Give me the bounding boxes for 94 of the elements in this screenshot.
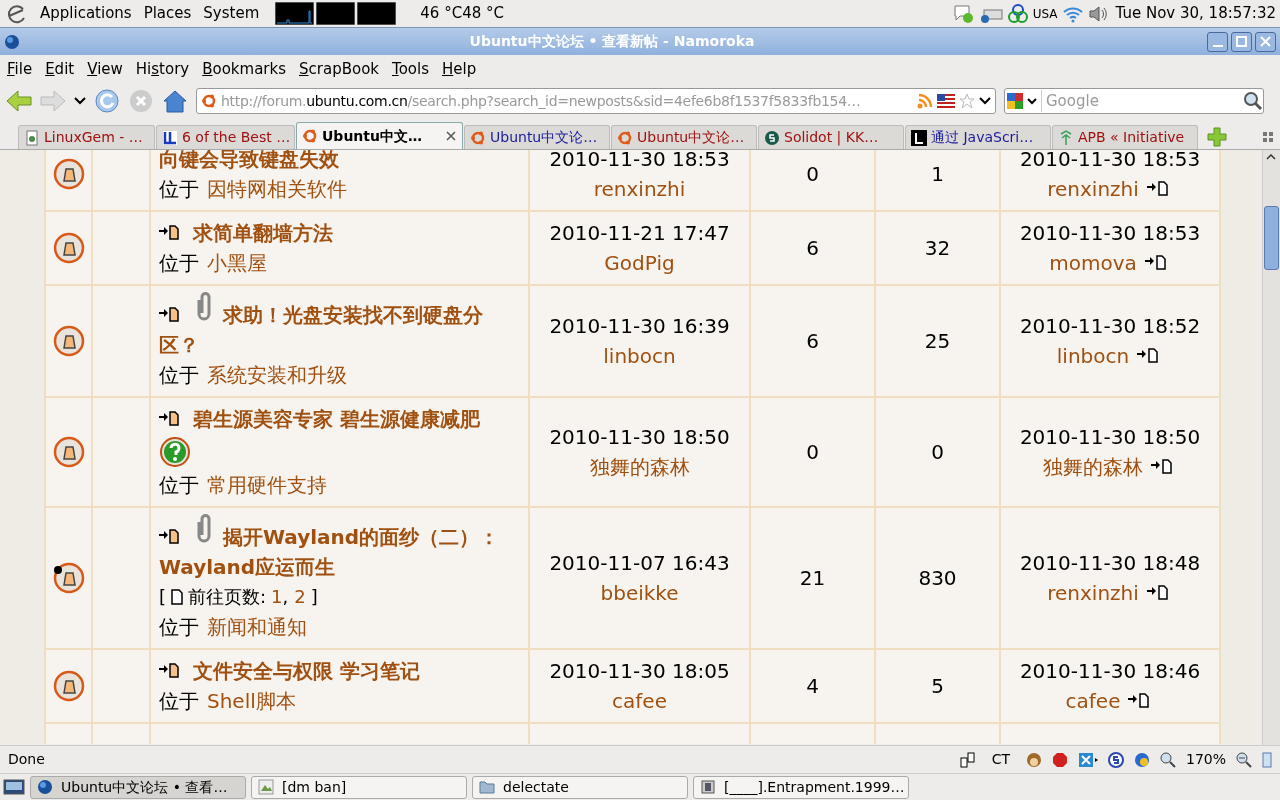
reply-count: 21 — [799, 565, 826, 592]
reply-count: 4 — [806, 673, 819, 700]
author-link[interactable]: cafee — [1065, 686, 1121, 716]
panel-menu[interactable]: Places — [143, 2, 192, 25]
location-label: 位于 — [159, 362, 199, 389]
separator: , — [282, 585, 289, 609]
view-count: 830 — [918, 565, 957, 592]
search-field[interactable]: Google — [1004, 88, 1264, 114]
author-link[interactable]: renxinzhi — [1047, 174, 1139, 204]
view-count: 1 — [931, 161, 944, 188]
browser-tab[interactable]: 通过 JavaScri… — [905, 125, 1051, 149]
menu-item[interactable]: History — [135, 57, 190, 81]
author-link[interactable]: 独舞的森林 — [589, 452, 690, 482]
author-link[interactable]: GodPig — [604, 248, 675, 278]
bracket: [ — [159, 585, 167, 609]
view-count: 0 — [931, 439, 944, 466]
post-date: 2010-11-21 17:47 — [549, 220, 730, 247]
forum-link[interactable]: 新闻和通知 — [207, 612, 307, 642]
post-date: 2010-11-30 16:39 — [549, 313, 730, 340]
forum-link[interactable]: Shell脚本 — [207, 686, 296, 716]
temperature-reading: 46 °C — [420, 3, 463, 25]
page-link[interactable]: 2 — [294, 582, 306, 612]
temperature-reading: 48 °C — [462, 3, 504, 25]
post-date: 2010-11-07 16:43 — [549, 550, 730, 577]
reply-count: 6 — [806, 328, 819, 355]
forum-link[interactable]: 小黑屋 — [207, 248, 267, 278]
taskbar-button[interactable]: delectate — [472, 775, 688, 799]
menu-item[interactable]: ScrapBook — [299, 57, 379, 81]
forum-link[interactable]: 因特网相关软件 — [207, 174, 347, 204]
address-bar[interactable]: http://forum.ubuntu.com.cn/search.php?search_id=newposts&sid=4efe6b8f1537f5833fb154… — [196, 88, 996, 114]
forum-link[interactable]: 常用硬件支持 — [207, 470, 327, 500]
browser-tab[interactable]: Ubuntu中文… — [296, 122, 463, 149]
view-count: 32 — [924, 235, 951, 262]
view-count: 5 — [931, 673, 944, 700]
reply-count: 6 — [806, 235, 819, 262]
author-link[interactable]: renxinzhi — [1047, 578, 1139, 608]
browser-tab[interactable]: 6 of the Best … — [156, 125, 295, 149]
topic-title-link[interactable]: 文件安全与权限 学习笔记 — [159, 656, 520, 686]
author-link[interactable]: linbocn — [1056, 341, 1130, 371]
location-label: 位于 — [159, 472, 199, 499]
browser-tab[interactable]: Ubuntu中文论… — [611, 125, 757, 149]
menu-item[interactable]: Bookmarks — [202, 57, 286, 81]
taskbar-button[interactable]: [dm ban] — [251, 775, 467, 799]
post-date: 2010-11-30 18:50 — [549, 424, 730, 451]
last-post-date: 2010-11-30 18:46 — [1019, 658, 1201, 685]
browser-tab[interactable]: Solidot | KK… — [758, 125, 904, 149]
menu-item[interactable]: Edit — [45, 57, 75, 81]
last-post-date: 2010-11-30 18:53 — [1019, 220, 1201, 247]
author-link[interactable]: cafee — [612, 686, 667, 716]
author-link[interactable]: renxinzhi — [593, 174, 686, 204]
post-date: 2010-11-30 18:05 — [549, 658, 730, 685]
view-count: 25 — [924, 328, 951, 355]
last-post-date: 2010-11-30 18:53 — [1019, 150, 1201, 173]
browser-tab[interactable]: Ubuntu中文论… — [464, 125, 610, 149]
forum-link[interactable]: 系统安装和升级 — [207, 360, 347, 390]
zoom-level[interactable]: 170% — [1185, 749, 1226, 770]
topic-title-link[interactable]: 揭开Wayland的面纱（二）：Wayland应运而生 — [159, 514, 520, 582]
clock[interactable]: Tue Nov 30, 18:57:32 — [1115, 2, 1276, 25]
author-link[interactable]: 独舞的森林 — [1043, 452, 1143, 482]
reply-count: 0 — [806, 439, 819, 466]
author-link[interactable]: linbocn — [603, 341, 676, 371]
location-label: 位于 — [159, 176, 199, 203]
pages-label: 前往页数: — [188, 585, 267, 609]
search-input[interactable]: Google — [1041, 89, 1243, 113]
panel-menu[interactable]: Applications — [40, 2, 132, 25]
menu-item[interactable]: View — [87, 57, 123, 81]
menu-item[interactable]: Tools — [392, 57, 429, 81]
panel-menu[interactable]: System — [203, 2, 260, 25]
browser-tab[interactable]: LinuxGem - … — [18, 125, 155, 149]
taskbar-button[interactable]: Ubuntu中文论坛 • 查看… — [30, 775, 246, 799]
menu-item[interactable]: File — [7, 57, 33, 81]
last-post-date: 2010-11-30 18:48 — [1019, 550, 1201, 577]
topic-title-link[interactable]: 求助！光盘安装找不到硬盘分区？ — [159, 292, 520, 360]
author-link[interactable]: bbeikke — [600, 578, 679, 608]
encoding-label[interactable]: CT — [991, 749, 1010, 770]
last-post-date: 2010-11-30 18:52 — [1019, 313, 1201, 340]
location-label: 位于 — [159, 688, 199, 715]
menu-item[interactable]: Help — [441, 57, 477, 81]
keyboard-layout[interactable]: USA — [1032, 4, 1058, 23]
taskbar-button[interactable]: [____].Entrapment.1999… — [693, 775, 909, 799]
topic-title-link[interactable]: 向键会导致键盘失效 — [159, 150, 520, 174]
topic-title-link[interactable]: 求简单翻墙方法 — [159, 218, 520, 248]
window-title: Ubuntu中文论坛 • 查看新帖 - Namoroka — [469, 32, 755, 51]
post-date: 2010-11-30 18:53 — [549, 150, 730, 173]
location-label: 位于 — [159, 614, 199, 641]
page-link[interactable]: 1 — [271, 582, 283, 612]
status-text: Done — [8, 750, 46, 769]
bracket: ] — [310, 585, 318, 609]
topic-title-link[interactable]: 碧生源美容专家 碧生源健康减肥 — [159, 404, 520, 434]
author-link[interactable]: momova — [1049, 248, 1137, 278]
location-label: 位于 — [159, 250, 199, 277]
last-post-date: 2010-11-30 18:50 — [1019, 424, 1201, 451]
reply-count: 0 — [806, 161, 819, 188]
browser-tab[interactable]: APB « Initiative — [1052, 125, 1198, 149]
